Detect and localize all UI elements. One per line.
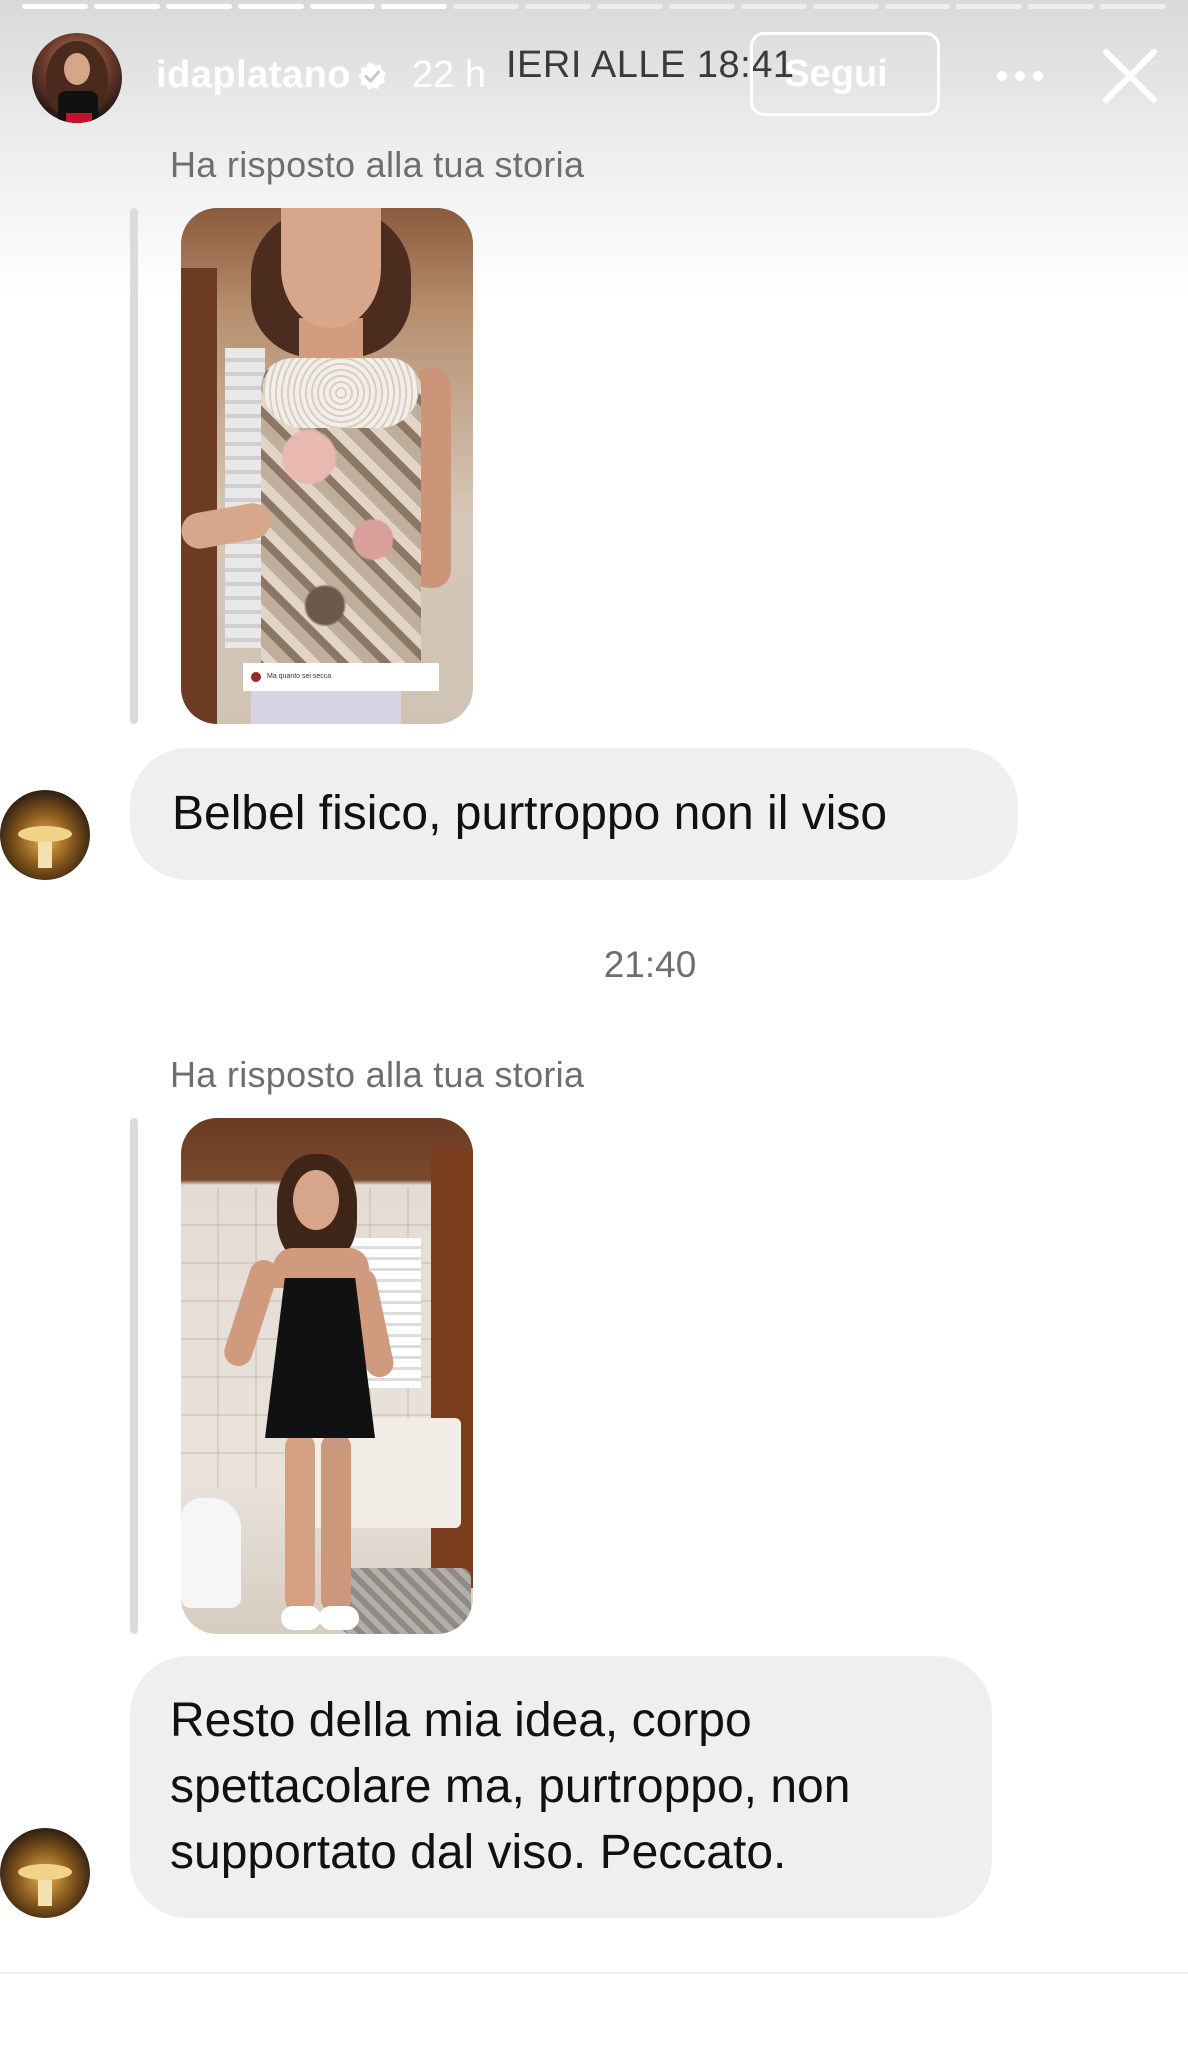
sender-avatar[interactable] bbox=[0, 1828, 90, 1918]
progress-segment bbox=[1100, 4, 1166, 9]
replied-to-story-label: Ha risposto alla tua storia bbox=[170, 144, 585, 185]
progress-segment bbox=[525, 4, 591, 9]
progress-segment bbox=[740, 4, 807, 9]
progress-segment bbox=[309, 4, 376, 9]
avatar-face bbox=[64, 53, 90, 85]
progress-segment bbox=[956, 4, 1023, 9]
progress-segment bbox=[237, 4, 304, 9]
avatar-chandelier-stem bbox=[38, 1880, 52, 1906]
progress-segment bbox=[1028, 4, 1095, 9]
reply-quote-bar bbox=[130, 1118, 138, 1634]
follow-button-label: Segui bbox=[784, 53, 888, 95]
avatar-chandelier-stem bbox=[38, 842, 52, 868]
more-dots-icon[interactable] bbox=[990, 56, 1050, 96]
thumb-caption: Ma quanto sei secca bbox=[243, 663, 439, 691]
username[interactable]: idaplatano bbox=[156, 54, 351, 97]
thumb-door bbox=[181, 268, 217, 724]
story-thumbnail[interactable]: Ma quanto sei secca bbox=[181, 208, 473, 724]
avatar-chandelier bbox=[18, 1864, 72, 1880]
close-icon[interactable] bbox=[1100, 46, 1160, 106]
reply-quote-bar bbox=[130, 208, 138, 724]
follow-button[interactable]: Segui bbox=[750, 32, 940, 116]
thumb-rug bbox=[341, 1568, 471, 1634]
profile-avatar[interactable] bbox=[32, 33, 122, 123]
progress-segment bbox=[668, 4, 735, 9]
progress-segment bbox=[812, 4, 879, 9]
thumb-blind bbox=[225, 348, 265, 648]
story-time-ago: 22 h bbox=[412, 54, 486, 96]
thumb-slipper bbox=[281, 1606, 321, 1630]
story-header: idaplatano 22 h IERI ALLE 18:41 Segui bbox=[0, 30, 1188, 123]
progress-segment bbox=[453, 4, 520, 9]
thumb-leg bbox=[285, 1433, 315, 1613]
message-bubble[interactable]: Belbel fisico, purtroppo non il viso bbox=[130, 748, 1018, 880]
time-separator: 21:40 bbox=[603, 944, 697, 985]
message-text: Belbel fisico, purtroppo non il viso bbox=[172, 787, 888, 840]
progress-segment bbox=[884, 4, 951, 9]
caption-avatar-dot bbox=[251, 672, 261, 682]
message-bubble[interactable]: Resto della mia idea, corpo spettacolare… bbox=[130, 1656, 992, 1918]
divider bbox=[0, 1972, 1188, 1974]
thumb-slipper bbox=[319, 1606, 359, 1630]
replied-to-story-label: Ha risposto alla tua storia bbox=[170, 1054, 585, 1095]
story-progress-bar bbox=[22, 4, 1166, 9]
avatar-accent bbox=[66, 113, 92, 123]
avatar-chandelier bbox=[18, 826, 72, 842]
progress-segment bbox=[22, 4, 88, 9]
verified-badge-icon bbox=[358, 62, 386, 90]
sender-avatar[interactable] bbox=[0, 790, 90, 880]
caption-text: Ma quanto sei secca bbox=[267, 673, 332, 680]
progress-segment bbox=[93, 4, 160, 9]
thumb-toilet bbox=[181, 1498, 241, 1608]
story-thumbnail[interactable] bbox=[181, 1118, 473, 1634]
thumb-lace bbox=[263, 358, 419, 428]
progress-segment bbox=[597, 4, 663, 9]
message-text: Resto della mia idea, corpo spettacolare… bbox=[170, 1694, 851, 1879]
thumb-face bbox=[281, 208, 381, 328]
thumb-face bbox=[293, 1170, 339, 1230]
progress-segment bbox=[381, 4, 448, 9]
progress-segment bbox=[165, 4, 232, 9]
thumb-leg bbox=[321, 1433, 351, 1613]
